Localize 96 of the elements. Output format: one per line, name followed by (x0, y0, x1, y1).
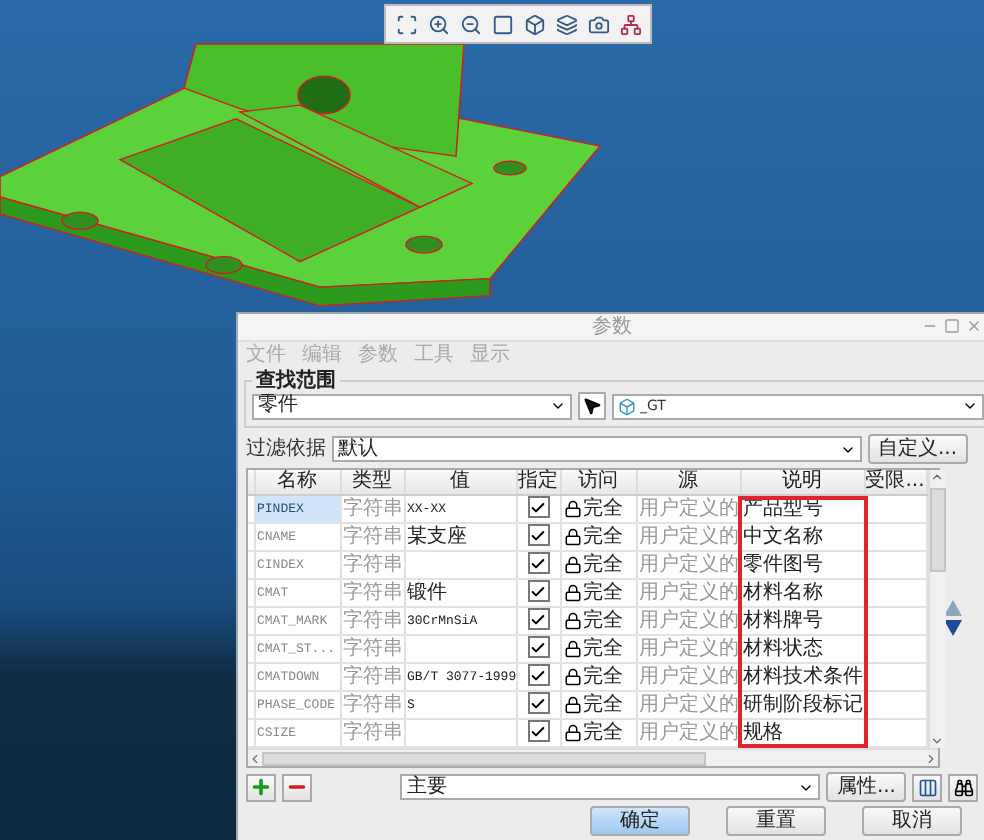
scope-dropdown[interactable]: 零件 (252, 393, 572, 419)
column-header[interactable]: 值 (404, 470, 516, 495)
value-cell[interactable]: 某支座 (404, 523, 516, 551)
designated-checkbox[interactable] (527, 496, 549, 519)
pointer-icon[interactable] (578, 392, 606, 420)
designated-checkbox[interactable] (527, 636, 549, 659)
column-header[interactable]: 受限... (864, 470, 926, 495)
lock-icon (563, 612, 581, 630)
access-text: 完全 (583, 525, 623, 549)
table-cell: 材料名称 (740, 579, 864, 607)
column-header[interactable]: 访问 (560, 470, 636, 495)
network-icon[interactable] (616, 10, 644, 38)
caret-icon (550, 398, 566, 414)
access-text: 完全 (583, 637, 623, 661)
table-cell: 材料牌号 (740, 607, 864, 635)
table-cell: 字符串 (340, 495, 404, 523)
window-title: 参数 (592, 315, 632, 339)
table-cell: 用户定义的 (636, 607, 740, 635)
category-dropdown[interactable]: 主要 (400, 774, 821, 800)
access-text: 完全 (583, 665, 623, 689)
dialog-button[interactable]: 确定 (590, 806, 690, 836)
table-cell: 用户定义的 (636, 663, 740, 691)
lock-icon (563, 500, 581, 518)
cube-icon (618, 397, 636, 415)
lock-icon (563, 640, 581, 658)
designated-checkbox[interactable] (527, 692, 549, 715)
column-header[interactable]: 名称 (254, 470, 340, 495)
lock-icon (563, 556, 581, 574)
frame-icon[interactable] (488, 10, 516, 38)
designated-checkbox[interactable] (527, 608, 549, 631)
lock-icon (563, 696, 581, 714)
access-text: 完全 (583, 581, 623, 605)
scroll-right-icon[interactable] (924, 751, 938, 765)
designated-checkbox[interactable] (527, 580, 549, 603)
dialog-button[interactable]: 取消 (862, 806, 962, 836)
access-text: 完全 (583, 609, 623, 633)
column-header[interactable]: 源 (636, 470, 740, 495)
column-header[interactable]: 说明 (740, 470, 864, 495)
table-cell: 材料技术条件 (740, 663, 864, 691)
designated-checkbox[interactable] (527, 524, 549, 547)
table-cell: 用户定义的 (636, 691, 740, 719)
lock-icon (563, 584, 581, 602)
filter-label: 过滤依据 (246, 437, 326, 461)
binoculars-icon[interactable] (948, 773, 978, 801)
table-cell: 用户定义的 (636, 523, 740, 551)
designated-checkbox[interactable] (527, 552, 549, 575)
lock-icon (563, 528, 581, 546)
table-cell: 用户定义的 (636, 579, 740, 607)
zoom-out-icon[interactable] (456, 10, 484, 38)
columns-icon[interactable] (912, 773, 942, 801)
value-cell[interactable]: 锻件 (404, 579, 516, 607)
access-text: 完全 (583, 721, 623, 745)
table-cell: 字符串 (340, 523, 404, 551)
horizontal-scrollbar[interactable] (248, 748, 938, 766)
designated-checkbox[interactable] (527, 664, 549, 687)
dialog-button[interactable]: 重置 (726, 806, 826, 836)
layers-icon[interactable] (552, 10, 580, 38)
table-cell: 字符串 (340, 663, 404, 691)
column-header[interactable]: 类型 (340, 470, 404, 495)
lock-icon (563, 668, 581, 686)
scroll-left-icon[interactable] (248, 751, 262, 765)
table-cell: 字符串 (340, 635, 404, 663)
scroll-down-icon[interactable] (930, 734, 944, 748)
table-cell: 中文名称 (740, 523, 864, 551)
plus-icon (250, 776, 272, 798)
caret-icon (962, 398, 978, 414)
table-cell: 用户定义的 (636, 495, 740, 523)
table-cell: 用户定义的 (636, 551, 740, 579)
access-text: 完全 (583, 693, 623, 717)
table-cell: 字符串 (340, 551, 404, 579)
move-down-icon[interactable] (944, 620, 962, 636)
add-button[interactable] (246, 773, 276, 801)
zoom-box-icon[interactable] (392, 10, 420, 38)
designated-checkbox[interactable] (527, 720, 549, 743)
table-cell: 字符串 (340, 607, 404, 635)
customize-button[interactable]: 自定义... (868, 434, 968, 464)
filter-dropdown[interactable]: 默认 (332, 436, 862, 462)
access-text: 完全 (583, 553, 623, 577)
group-title: 查找范围 (254, 370, 338, 392)
zoom-in-icon[interactable] (424, 10, 452, 38)
value-cell[interactable] (404, 635, 516, 663)
table-cell: 用户定义的 (636, 635, 740, 663)
table-cell: 字符串 (340, 691, 404, 719)
table-cell: 研制阶段标记 (740, 691, 864, 719)
access-text: 完全 (583, 497, 623, 521)
properties-button[interactable]: 属性... (826, 772, 906, 802)
column-header[interactable]: 指定 (516, 470, 560, 495)
close-icon[interactable] (966, 318, 982, 334)
cube-icon[interactable] (520, 10, 548, 38)
lock-icon (563, 724, 581, 742)
remove-button[interactable] (282, 773, 312, 801)
table-cell: 字符串 (340, 579, 404, 607)
scroll-up-icon[interactable] (930, 470, 944, 484)
value-cell[interactable] (404, 551, 516, 579)
table-cell: 零件图号 (740, 551, 864, 579)
table-cell: 材料状态 (740, 635, 864, 663)
